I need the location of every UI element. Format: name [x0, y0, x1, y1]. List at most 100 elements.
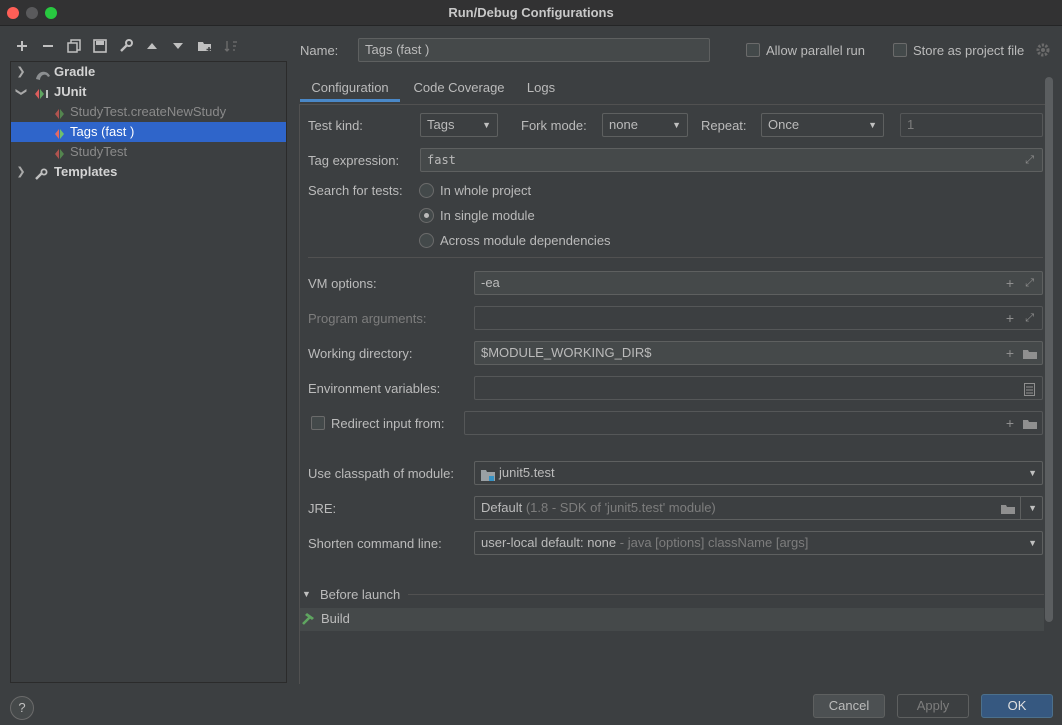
jre-detail: (1.8 - SDK of 'junit5.test' module): [525, 500, 716, 515]
tag-expression-value: fast: [427, 153, 456, 167]
classpath-module-select[interactable]: junit5.test ▼: [474, 461, 1043, 485]
radio-across-dependencies[interactable]: [419, 233, 434, 248]
fork-mode-value: none: [609, 117, 638, 132]
close-window-button[interactable]: [7, 7, 19, 19]
radio-whole-project-label: In whole project: [440, 183, 532, 198]
shorten-command-select[interactable]: user-local default: none - java [options…: [474, 531, 1043, 555]
section-divider: [308, 257, 1043, 258]
repeat-value: Once: [768, 117, 800, 132]
test-icon: [55, 106, 69, 119]
ok-button[interactable]: OK: [981, 694, 1053, 718]
vm-options-field[interactable]: -ea + ⤢: [474, 271, 1043, 295]
radio-single-module[interactable]: [419, 208, 434, 223]
tree-item-studytest[interactable]: StudyTest: [11, 142, 286, 162]
tree-item-createnewstudy[interactable]: StudyTest.createNewStudy: [11, 102, 286, 122]
shorten-command-detail: - java [options] className [args]: [619, 535, 809, 550]
allow-parallel-checkbox[interactable]: [746, 43, 760, 57]
tree-item-templates[interactable]: ❯ Templates: [11, 162, 286, 182]
vertical-scrollbar[interactable]: [1045, 77, 1053, 622]
chevron-down-icon[interactable]: ▼: [1028, 497, 1037, 519]
chevron-right-icon[interactable]: ❯: [15, 62, 27, 82]
before-launch-item-build[interactable]: Build: [300, 608, 1044, 631]
expand-icon[interactable]: ⤢: [1025, 272, 1034, 294]
minimize-window-button[interactable]: [26, 7, 38, 19]
apply-button[interactable]: Apply: [897, 694, 969, 718]
folder-icon[interactable]: [1000, 497, 1016, 519]
program-arguments-field[interactable]: + ⤢: [474, 306, 1043, 330]
chevron-down-icon[interactable]: ❯: [11, 86, 31, 98]
store-project-checkbox[interactable]: [893, 43, 907, 57]
maximize-window-button[interactable]: [45, 7, 57, 19]
tab-code-coverage[interactable]: Code Coverage: [408, 78, 510, 102]
name-field[interactable]: Tags (fast ): [358, 38, 710, 62]
wrench-icon: [35, 166, 49, 180]
plus-icon[interactable]: +: [1006, 412, 1014, 434]
help-icon[interactable]: ?: [10, 696, 34, 720]
working-directory-value: $MODULE_WORKING_DIR$: [481, 345, 652, 360]
test-kind-label: Test kind:: [308, 118, 363, 133]
shorten-command-value: user-local default: none: [481, 535, 617, 550]
environment-variables-field[interactable]: [474, 376, 1043, 400]
folder-icon[interactable]: [1022, 412, 1038, 434]
folder-add-icon[interactable]: [197, 38, 213, 54]
window-title: Run/Debug Configurations: [448, 5, 614, 20]
configuration-tree[interactable]: ❯ Gradle ❯ JUnit StudyTest.createNewStud…: [10, 61, 287, 683]
redirect-input-field[interactable]: +: [464, 411, 1043, 435]
chevron-down-icon: ▼: [482, 120, 491, 130]
copy-icon[interactable]: [66, 38, 82, 54]
tree-item-label: Templates: [54, 164, 118, 179]
chevron-down-icon: ▼: [1028, 538, 1037, 548]
plus-icon[interactable]: +: [1006, 307, 1014, 329]
radio-whole-project[interactable]: [419, 183, 434, 198]
repeat-select[interactable]: Once ▼: [761, 113, 884, 137]
tree-item-label: Tags (fast ): [70, 124, 135, 139]
sort-icon[interactable]: [223, 38, 239, 54]
jre-select[interactable]: Default (1.8 - SDK of 'junit5.test' modu…: [474, 496, 1043, 520]
before-launch-divider: [408, 594, 1044, 595]
hammer-icon: [301, 612, 317, 629]
tag-expression-label: Tag expression:: [308, 153, 400, 168]
tab-configuration[interactable]: Configuration: [300, 78, 400, 102]
tree-item-tags-fast[interactable]: Tags (fast ): [11, 122, 286, 142]
repeat-label: Repeat:: [701, 118, 747, 133]
tree-item-label: StudyTest: [70, 144, 128, 159]
wrench-icon[interactable]: [118, 38, 134, 54]
tree-item-junit[interactable]: ❯ JUnit: [11, 82, 286, 102]
save-icon[interactable]: [92, 38, 108, 54]
expand-icon[interactable]: ⤢: [1025, 149, 1034, 171]
expand-icon[interactable]: ⤢: [1025, 307, 1034, 329]
jre-label: JRE:: [308, 501, 337, 516]
redirect-input-label: Redirect input from:: [331, 416, 445, 431]
repeat-count-field[interactable]: 1: [900, 113, 1043, 137]
plus-icon[interactable]: +: [1006, 342, 1014, 364]
redirect-input-checkbox[interactable]: [311, 416, 325, 430]
store-project-label: Store as project file: [913, 43, 1025, 58]
document-icon[interactable]: [1024, 377, 1035, 399]
cancel-button[interactable]: Cancel: [813, 694, 885, 718]
plus-icon[interactable]: [14, 38, 30, 54]
collapse-arrow-icon[interactable]: ▼: [302, 589, 311, 599]
junit-icon: [35, 86, 49, 99]
arrow-up-icon[interactable]: [144, 38, 160, 54]
test-kind-value: Tags: [427, 117, 455, 132]
chevron-down-icon: ▼: [1028, 468, 1037, 478]
tree-item-gradle[interactable]: ❯ Gradle: [11, 62, 286, 82]
radio-across-dependencies-label: Across module dependencies: [440, 233, 611, 248]
working-directory-field[interactable]: $MODULE_WORKING_DIR$ +: [474, 341, 1043, 365]
fork-mode-label: Fork mode:: [521, 118, 587, 133]
before-launch-item-label: Build: [321, 611, 350, 626]
test-kind-select[interactable]: Tags ▼: [420, 113, 498, 137]
chevron-right-icon[interactable]: ❯: [15, 162, 27, 182]
gear-icon[interactable]: [1036, 43, 1050, 57]
tag-expression-field[interactable]: fast ⤢: [420, 148, 1043, 172]
folder-icon[interactable]: [1022, 342, 1038, 364]
field-divider: [1020, 497, 1021, 519]
arrow-down-icon[interactable]: [170, 38, 186, 54]
chevron-down-icon: ▼: [672, 120, 681, 130]
tab-divider: [300, 104, 1045, 105]
tab-logs[interactable]: Logs: [520, 78, 562, 102]
fork-mode-select[interactable]: none ▼: [602, 113, 688, 137]
plus-icon[interactable]: +: [1006, 272, 1014, 294]
shorten-command-label: Shorten command line:: [308, 536, 442, 551]
minus-icon[interactable]: [40, 38, 56, 54]
